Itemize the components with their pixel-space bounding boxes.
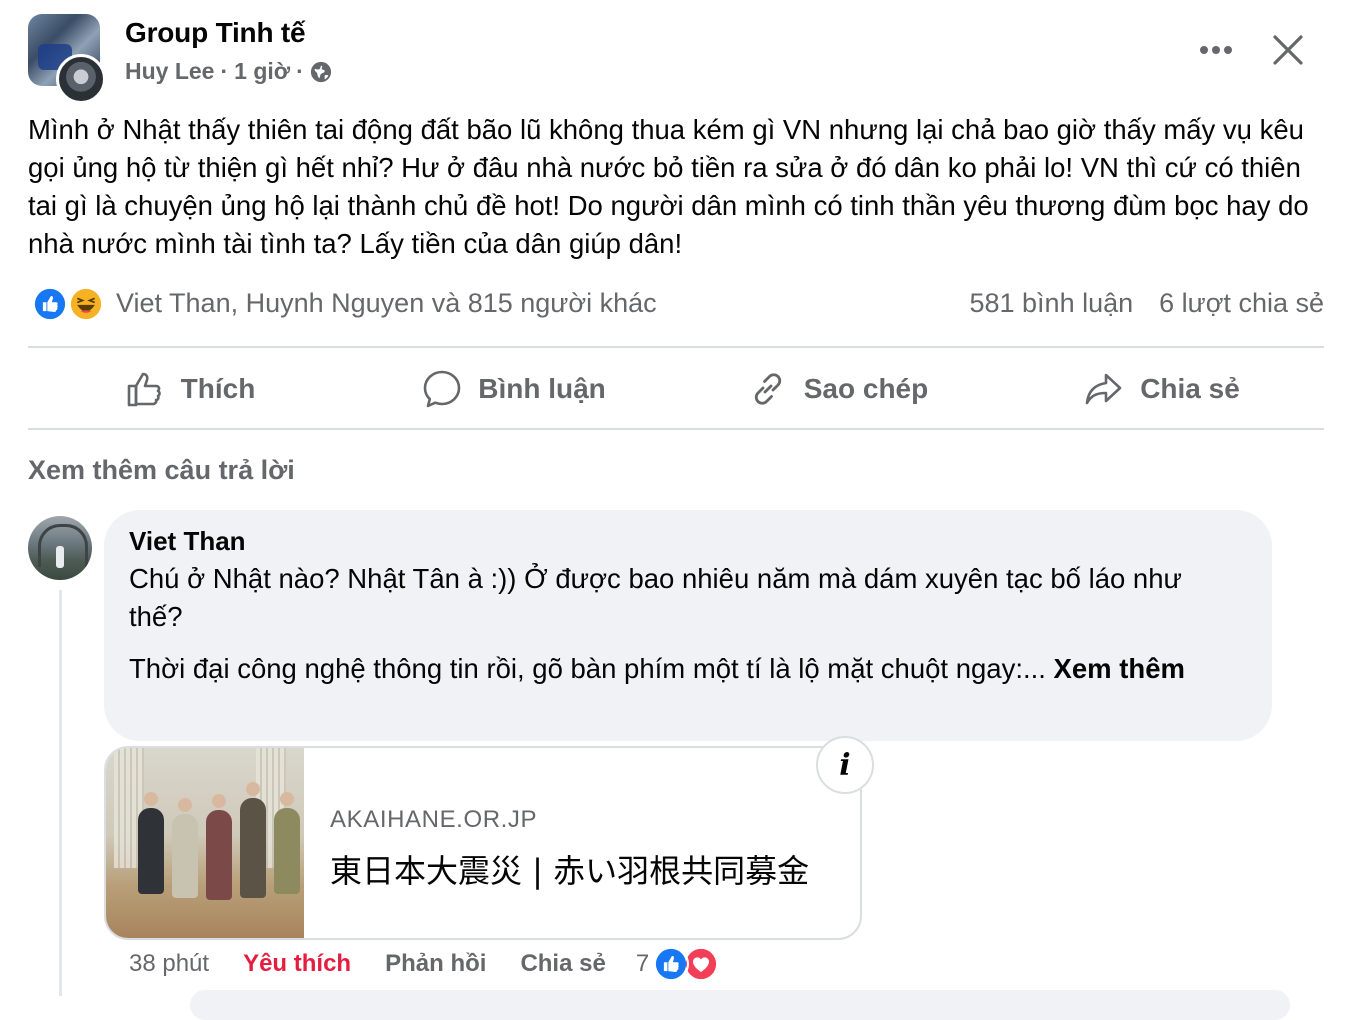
comment-button[interactable]: Bình luận <box>352 350 676 428</box>
copy-link-button[interactable]: Sao chép <box>676 350 1000 428</box>
comment-label: Bình luận <box>478 373 606 404</box>
reaction-icons[interactable] <box>28 286 108 322</box>
globe-icon <box>310 61 331 82</box>
commenter-avatar[interactable] <box>28 516 92 580</box>
thread-line <box>59 590 62 996</box>
link-icon <box>754 373 781 405</box>
close-button[interactable] <box>1264 26 1312 74</box>
like-reaction-icon <box>32 286 68 322</box>
link-preview-card[interactable] <box>104 746 862 940</box>
comment-bubble-icon <box>423 370 461 408</box>
post-stats: 581 bình luận 6 lượt chia sẻ <box>969 288 1324 319</box>
share-count[interactable]: 6 lượt chia sẻ <box>1159 288 1324 319</box>
thumbs-up-icon <box>127 372 161 407</box>
link-preview-image <box>106 748 304 938</box>
see-more-link[interactable]: Xem thêm <box>1054 653 1185 684</box>
comment-reactions[interactable]: 7 <box>635 946 720 982</box>
share-button[interactable]: Chia sẻ <box>1000 350 1324 428</box>
post-time[interactable]: 1 giờ <box>234 58 290 85</box>
commenter-name[interactable]: Viet Than <box>129 526 246 557</box>
group-avatar[interactable] <box>28 14 106 104</box>
author-name[interactable]: Huy Lee <box>125 58 214 85</box>
reaction-names[interactable]: Viet Than, Huynh Nguyen và 815 người khá… <box>116 288 657 319</box>
comment-reaction-count: 7 <box>635 950 650 977</box>
more-options-button[interactable] <box>1193 30 1239 70</box>
comment-reply-button[interactable]: Phản hồi <box>385 950 486 978</box>
meta-separator: · <box>296 58 304 84</box>
close-icon <box>1273 35 1303 65</box>
author-avatar[interactable] <box>56 54 106 104</box>
copy-label: Sao chép <box>803 373 929 404</box>
next-comment-bubble <box>190 990 1290 1020</box>
divider <box>28 428 1324 430</box>
more-horizontal-icon <box>1200 46 1232 54</box>
comment-time[interactable]: 38 phút <box>129 950 209 978</box>
post-action-bar: Thích Bình luận Sao chép Chia sẻ <box>28 350 1324 428</box>
post-text: Mình ở Nhật thấy thiên tai động đất bão … <box>28 114 1309 259</box>
meta-separator: · <box>220 58 229 84</box>
share-label: Chia sẻ <box>1140 373 1240 404</box>
comment-text-truncated: Thời đại công nghệ thông tin rồi, gõ bàn… <box>129 653 1046 684</box>
post-meta: Huy Lee · 1 giờ · <box>125 58 332 85</box>
comment-actions: 38 phút Yêu thích Phản hồi Chia sẻ 7 <box>129 946 720 982</box>
info-icon[interactable]: i <box>816 736 874 794</box>
like-button[interactable]: Thích <box>28 350 352 428</box>
comment-like-button[interactable]: Yêu thích <box>243 950 351 978</box>
like-reaction-icon <box>653 946 690 982</box>
comment-share-button[interactable]: Chia sẻ <box>520 950 605 978</box>
link-title[interactable]: 東日本大震災 | 赤い羽根共同募金 <box>330 846 809 892</box>
divider <box>28 346 1324 348</box>
see-more-replies-link[interactable]: Xem thêm câu trả lời <box>28 455 295 486</box>
link-domain: AKAIHANE.OR.JP <box>330 806 538 833</box>
comment-text-paragraph-1: Chú ở Nhật nào? Nhật Tân à :)) Ở được ba… <box>129 563 1182 632</box>
reactions-summary: Viet Than, Huynh Nguyen và 815 người khá… <box>28 284 1324 324</box>
share-arrow-icon <box>1085 373 1122 405</box>
comment-count[interactable]: 581 bình luận <box>969 288 1133 319</box>
like-label: Thích <box>180 373 256 404</box>
haha-reaction-icon <box>68 286 104 322</box>
comment-text-paragraph-2: Thời đại công nghệ thông tin rồi, gõ bàn… <box>129 650 1239 688</box>
group-name[interactable]: Group Tinh tế <box>125 17 306 49</box>
